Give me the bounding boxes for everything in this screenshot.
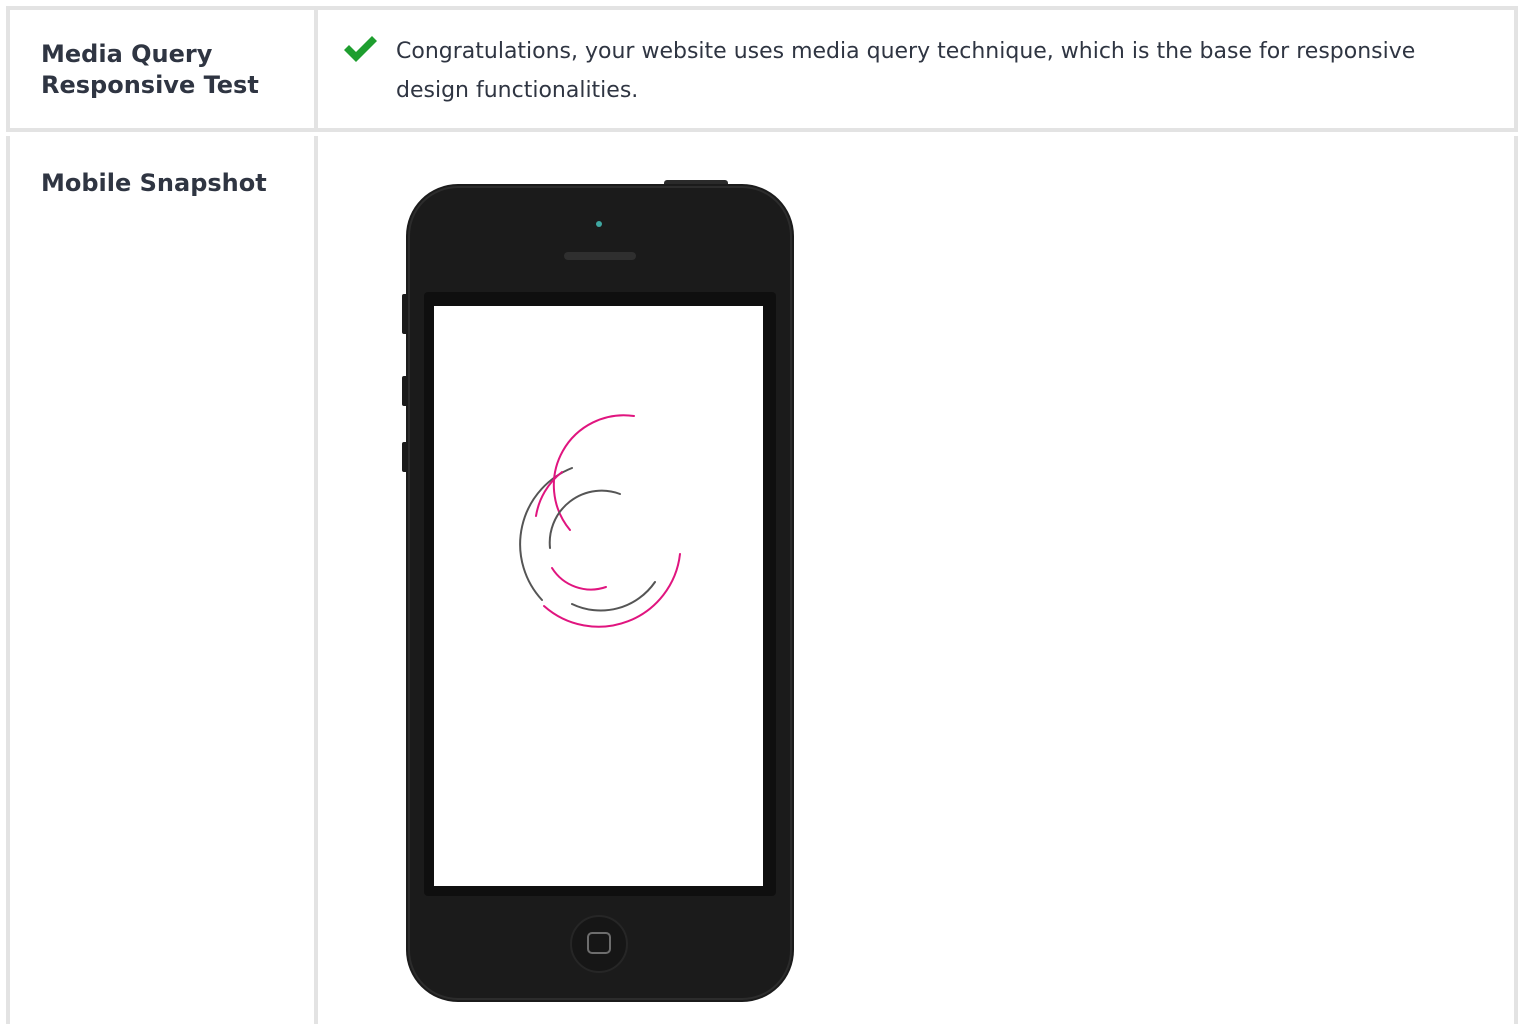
value-cell <box>318 136 1514 1024</box>
table-row-mobile-snapshot: Mobile Snapshot <box>6 136 1518 1024</box>
camera-icon <box>596 221 602 227</box>
check-icon <box>344 36 377 62</box>
seo-report-table: Media Query Responsive Test Congratulati… <box>0 0 1522 1024</box>
result-message: Congratulations, your website uses media… <box>396 39 1416 103</box>
row-label: Media Query Responsive Test <box>41 40 259 99</box>
value-cell: Congratulations, your website uses media… <box>318 10 1514 128</box>
phone-frame-image <box>402 180 794 1002</box>
mobile-snapshot <box>402 176 802 1006</box>
home-button <box>570 915 628 973</box>
table-row-media-query: Media Query Responsive Test Congratulati… <box>6 10 1518 132</box>
speaker-grille <box>564 252 636 260</box>
phone-screen <box>434 306 763 886</box>
row-label: Mobile Snapshot <box>41 169 267 197</box>
label-cell: Media Query Responsive Test <box>10 10 318 128</box>
label-cell: Mobile Snapshot <box>10 136 318 1024</box>
